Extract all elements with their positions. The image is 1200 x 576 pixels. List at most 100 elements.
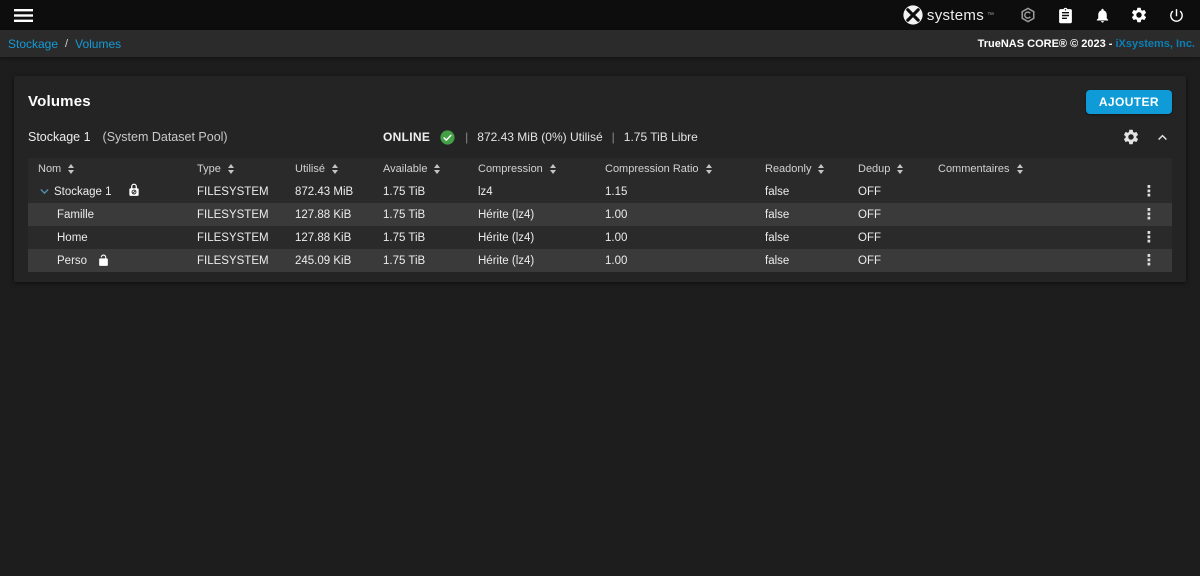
cell-used: 127.88 KiB — [285, 226, 373, 249]
sort-icon[interactable] — [897, 164, 903, 174]
datasets-table: Nom Type Utilisé Available Compression C… — [28, 158, 1172, 272]
pool-settings-gear-icon[interactable] — [1122, 128, 1140, 146]
status-separator: | — [465, 130, 468, 144]
header-label: Commentaires — [938, 163, 1010, 175]
cell-compression-ratio: 1.00 — [595, 249, 755, 272]
breadcrumb-separator: / — [65, 38, 68, 50]
pool-status-label: ONLINE — [383, 130, 430, 144]
header-available[interactable]: Available — [373, 158, 468, 180]
sort-icon[interactable] — [550, 164, 556, 174]
ixsystems-logo: systems ™ — [902, 4, 994, 26]
sort-icon[interactable] — [706, 164, 712, 174]
row-menu-kebab-icon[interactable]: ⋮ — [1142, 253, 1157, 268]
cell-compression-ratio: 1.15 — [595, 180, 755, 203]
cell-dedup: OFF — [848, 226, 928, 249]
unlocked-padlock-icon[interactable] — [97, 254, 110, 267]
cell-dedup: OFF — [848, 180, 928, 203]
topbar-actions — [1016, 4, 1188, 26]
table-row-home[interactable]: Home FILESYSTEM 127.88 KiB 1.75 TiB Héri… — [28, 226, 1172, 249]
cell-type: FILESYSTEM — [187, 203, 285, 226]
sort-icon[interactable] — [1017, 164, 1023, 174]
main-content: Volumes AJOUTER Stockage 1 (System Datas… — [0, 76, 1200, 282]
table-header-row: Nom Type Utilisé Available Compression C… — [28, 158, 1172, 180]
alerts-bell-icon[interactable] — [1090, 4, 1114, 26]
cell-compression: lz4 — [468, 180, 595, 203]
header-label: Type — [197, 163, 221, 175]
cell-readonly: false — [755, 203, 848, 226]
cell-compression-ratio: 1.00 — [595, 203, 755, 226]
sort-icon[interactable] — [434, 164, 440, 174]
chevron-down-icon[interactable] — [38, 185, 51, 198]
header-type[interactable]: Type — [187, 158, 285, 180]
header-dedup[interactable]: Dedup — [848, 158, 928, 180]
header-compression-ratio[interactable]: Compression Ratio — [595, 158, 755, 180]
table-row-perso[interactable]: Perso FILESYSTEM 245.09 KiB 1.75 TiB Hér… — [28, 249, 1172, 272]
table-row-stockage1[interactable]: Stockage 1 FILESYSTEM 872.43 MiB 1.75 Ti… — [28, 180, 1172, 203]
header-label: Compression — [478, 163, 543, 175]
check-circle-icon — [439, 129, 456, 146]
cell-name: Famille — [28, 203, 187, 226]
volumes-card: Volumes AJOUTER Stockage 1 (System Datas… — [14, 76, 1186, 282]
cell-type: FILESYSTEM — [187, 180, 285, 203]
brand-trademark: ™ — [987, 12, 994, 19]
header-label: Dedup — [858, 163, 890, 175]
breadcrumb-volumes[interactable]: Volumes — [75, 37, 121, 51]
collapse-chevron-up-icon[interactable] — [1155, 130, 1170, 145]
cell-name: Perso — [28, 249, 187, 272]
header-compression[interactable]: Compression — [468, 158, 595, 180]
cell-name: Stockage 1 — [28, 180, 187, 203]
top-app-bar: systems ™ — [0, 0, 1200, 30]
cell-compression: Hérite (lz4) — [468, 249, 595, 272]
sort-icon[interactable] — [68, 164, 74, 174]
table-row-famille[interactable]: Famille FILESYSTEM 127.88 KiB 1.75 TiB H… — [28, 203, 1172, 226]
tasks-icon[interactable] — [1053, 4, 1077, 26]
cell-actions: ⋮ — [1126, 249, 1172, 272]
hamburger-menu-icon[interactable] — [14, 9, 33, 22]
cell-used: 127.88 KiB — [285, 203, 373, 226]
pool-free: 1.75 TiB Libre — [624, 130, 698, 144]
breadcrumb-bar: Stockage / Volumes TrueNAS CORE® © 2023 … — [0, 30, 1200, 57]
cell-name: Home — [28, 226, 187, 249]
cell-readonly: false — [755, 249, 848, 272]
cell-used: 872.43 MiB — [285, 180, 373, 203]
sort-icon[interactable] — [332, 164, 338, 174]
header-commentaires[interactable]: Commentaires — [928, 158, 1126, 180]
cell-readonly: false — [755, 180, 848, 203]
sort-icon[interactable] — [228, 164, 234, 174]
cell-comments — [928, 203, 1126, 226]
row-menu-kebab-icon[interactable]: ⋮ — [1142, 207, 1157, 222]
ixsystems-logo-icon — [902, 4, 924, 26]
volumes-card-header: Volumes AJOUTER — [28, 76, 1172, 114]
breadcrumb-stockage[interactable]: Stockage — [8, 37, 58, 51]
copyright-link[interactable]: iXsystems, Inc. — [1116, 38, 1196, 50]
settings-gear-icon[interactable] — [1127, 4, 1151, 26]
cell-available: 1.75 TiB — [373, 249, 468, 272]
row-menu-kebab-icon[interactable]: ⋮ — [1142, 230, 1157, 245]
header-utilise[interactable]: Utilisé — [285, 158, 373, 180]
row-menu-kebab-icon[interactable]: ⋮ — [1142, 184, 1157, 199]
cell-compression: Hérite (lz4) — [468, 226, 595, 249]
page-title: Volumes — [28, 93, 91, 110]
cell-actions: ⋮ — [1126, 180, 1172, 203]
dataset-name: Perso — [57, 255, 87, 267]
pool-identity: Stockage 1 (System Dataset Pool) — [28, 130, 383, 144]
header-readonly[interactable]: Readonly — [755, 158, 848, 180]
status-separator: | — [612, 130, 615, 144]
cell-readonly: false — [755, 226, 848, 249]
encryption-disabled-lock-icon[interactable] — [127, 183, 141, 197]
cell-available: 1.75 TiB — [373, 180, 468, 203]
cell-comments — [928, 226, 1126, 249]
header-label: Utilisé — [295, 163, 325, 175]
sort-icon[interactable] — [818, 164, 824, 174]
pool-status-group: ONLINE | 872.43 MiB (0%) Utilisé | 1.75 … — [383, 129, 698, 146]
pool-name: Stockage 1 — [28, 130, 91, 144]
cell-dedup: OFF — [848, 249, 928, 272]
cell-available: 1.75 TiB — [373, 226, 468, 249]
add-volume-button[interactable]: AJOUTER — [1086, 90, 1172, 114]
cell-type: FILESYSTEM — [187, 249, 285, 272]
power-icon[interactable] — [1164, 4, 1188, 26]
cell-type: FILESYSTEM — [187, 226, 285, 249]
header-label: Readonly — [765, 163, 811, 175]
truecommand-icon[interactable] — [1016, 4, 1040, 26]
header-nom[interactable]: Nom — [28, 158, 187, 180]
